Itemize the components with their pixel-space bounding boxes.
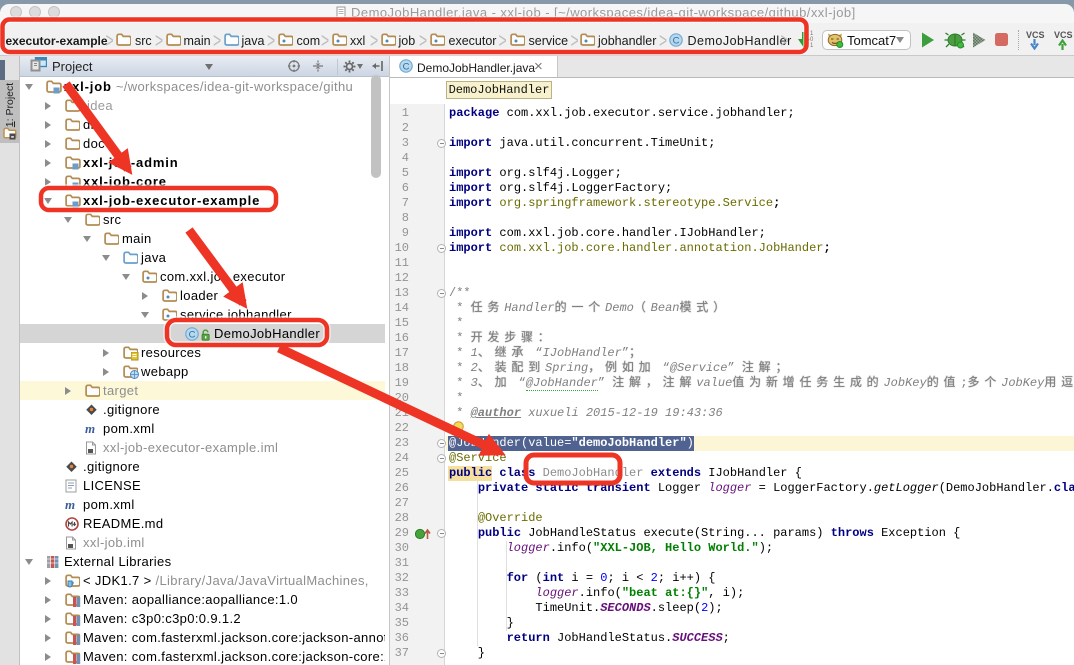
svg-text:C: C [189,330,196,341]
svg-text:C: C [673,36,680,47]
svg-text:C: C [403,62,410,73]
